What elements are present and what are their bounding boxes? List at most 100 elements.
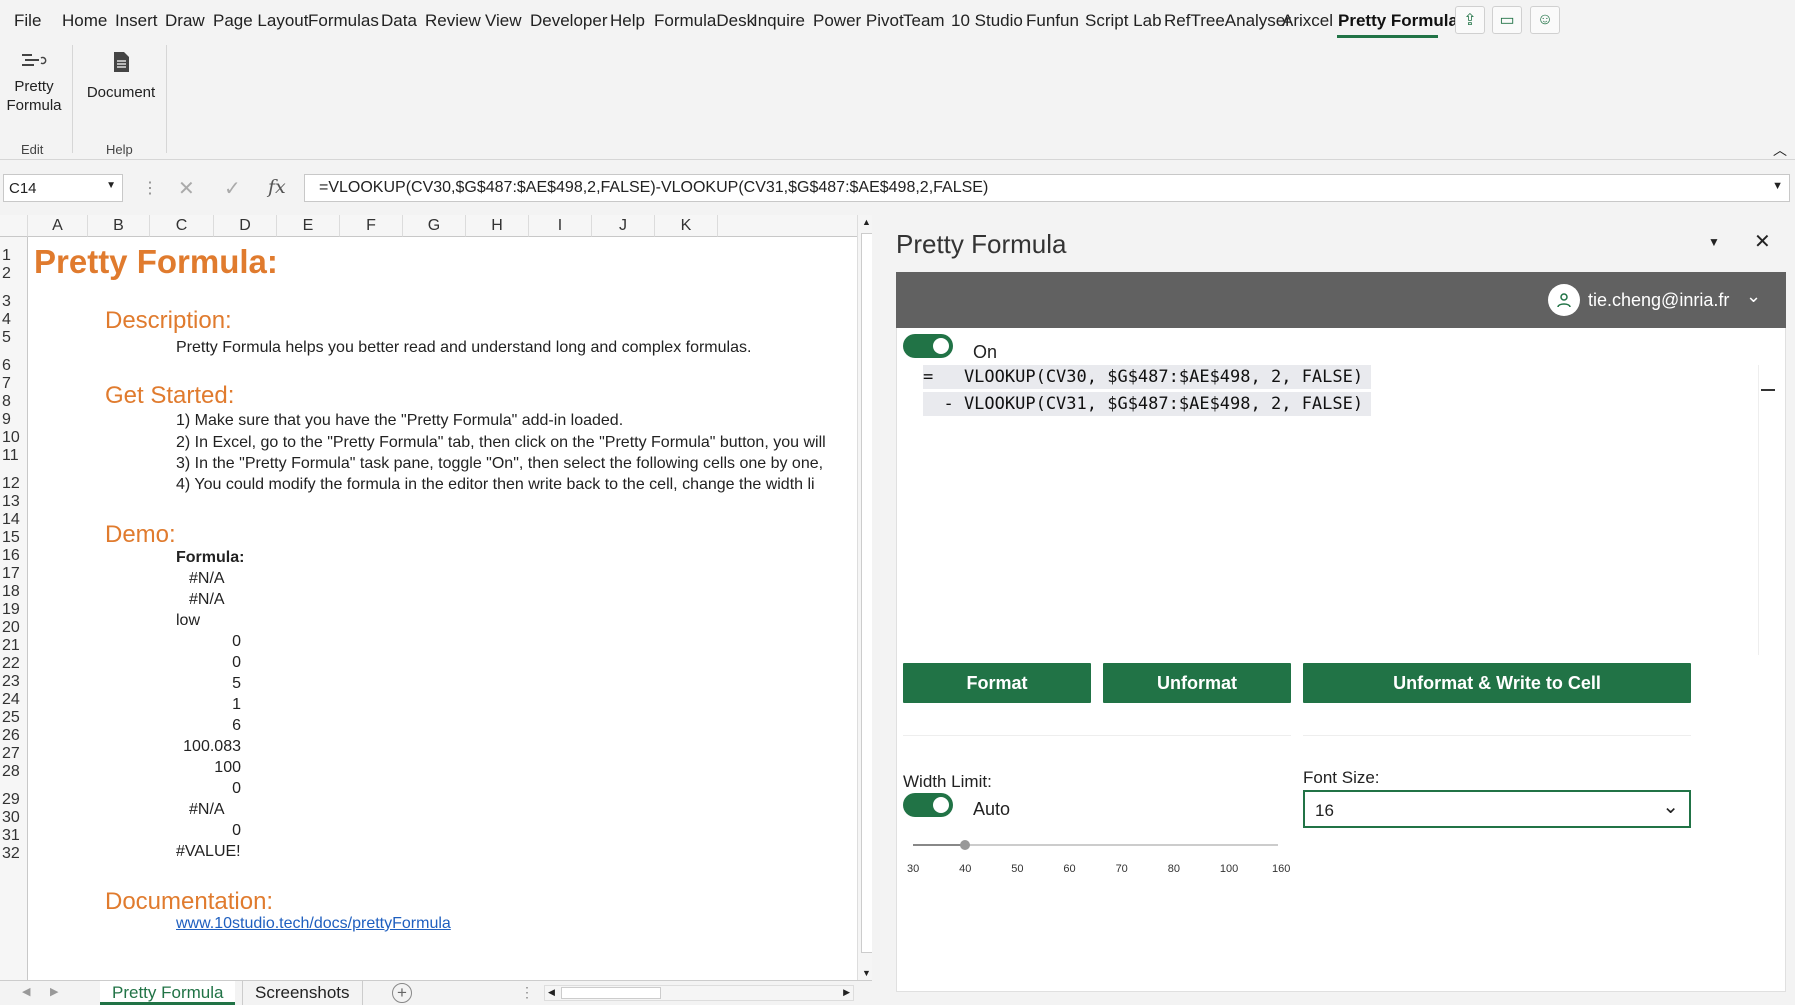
demo-value[interactable]: 0 <box>232 822 241 840</box>
row-header[interactable]: 3 <box>0 283 28 311</box>
select-all-corner[interactable] <box>0 215 28 237</box>
name-box[interactable]: C14 ▼ <box>3 174 123 202</box>
scroll-thumb-h[interactable] <box>561 987 661 999</box>
tab-power-pivot[interactable]: Power Pivot <box>813 11 904 31</box>
demo-value[interactable]: 5 <box>232 675 241 693</box>
demo-value[interactable]: #N/A <box>189 801 225 819</box>
tab-script-lab[interactable]: Script Lab <box>1085 11 1162 31</box>
demo-value[interactable]: 100 <box>214 759 241 777</box>
row-header[interactable]: 26 <box>0 727 28 745</box>
row-header[interactable]: 22 <box>0 655 28 673</box>
feedback-icon[interactable]: ☺ <box>1530 6 1560 34</box>
user-email[interactable]: tie.cheng@inria.fr <box>1588 290 1729 311</box>
column-header[interactable]: D <box>214 215 277 237</box>
sheet-tab-screenshots[interactable]: Screenshots <box>242 981 363 1005</box>
close-icon[interactable]: ✕ <box>1754 229 1771 254</box>
column-header[interactable]: E <box>277 215 340 237</box>
row-header[interactable]: 1 <box>0 237 28 265</box>
demo-value[interactable]: 100.083 <box>183 738 241 756</box>
tab-data[interactable]: Data <box>381 11 417 31</box>
row-header[interactable]: 7 <box>0 375 28 393</box>
comment-icon[interactable]: ▭ <box>1492 6 1522 34</box>
unformat-button[interactable]: Unformat <box>1103 663 1291 703</box>
tab-page-layout[interactable]: Page Layout <box>213 11 308 31</box>
tab-arixcel[interactable]: Arixcel <box>1282 11 1333 31</box>
row-header[interactable]: 16 <box>0 547 28 565</box>
row-header[interactable]: 30 <box>0 809 28 827</box>
more-icon[interactable]: ⋮ <box>520 984 534 1001</box>
tab-review[interactable]: Review <box>425 11 481 31</box>
row-header[interactable]: 12 <box>0 465 28 493</box>
column-header[interactable]: K <box>655 215 718 237</box>
row-header[interactable]: 32 <box>0 845 28 863</box>
demo-value[interactable]: #N/A <box>189 570 225 588</box>
row-header[interactable]: 13 <box>0 493 28 511</box>
row-header[interactable]: 17 <box>0 565 28 583</box>
editor-scrollbar[interactable] <box>1758 365 1776 655</box>
formula-editor-line-1[interactable]: = VLOOKUP(CV30, $G$487:$AE$498, 2, FALSE… <box>923 365 1372 389</box>
row-header[interactable]: 21 <box>0 637 28 655</box>
column-header[interactable]: G <box>403 215 466 237</box>
tab-formuladesk[interactable]: FormulaDesk <box>654 11 755 31</box>
row-header[interactable]: 23 <box>0 673 28 691</box>
row-header[interactable]: 29 <box>0 781 28 809</box>
formula-input[interactable]: =VLOOKUP(CV30,$G$487:$AE$498,2,FALSE)-VL… <box>304 174 1790 202</box>
column-header[interactable]: C <box>150 215 214 237</box>
tab-formulas[interactable]: Formulas <box>308 11 379 31</box>
demo-value[interactable]: 6 <box>232 717 241 735</box>
row-header[interactable]: 10 <box>0 429 28 447</box>
auto-toggle[interactable] <box>903 793 953 817</box>
worksheet-grid[interactable]: ABCDEFGHIJK 1 2 3 4 5 6 7 8 9 10 11 12 13 14 15 16 17 18 1… <box>0 215 872 980</box>
demo-value[interactable]: #VALUE! <box>176 843 241 861</box>
width-slider[interactable] <box>913 840 1278 850</box>
scroll-up-icon[interactable]: ▲ <box>858 217 872 227</box>
scroll-right-icon[interactable]: ▶ <box>843 987 850 998</box>
row-header[interactable]: 19 <box>0 601 28 619</box>
cancel-icon[interactable]: ✕ <box>178 176 195 201</box>
row-header[interactable]: 20 <box>0 619 28 637</box>
formula-editor-line-2[interactable]: - VLOOKUP(CV31, $G$487:$AE$498, 2, FALSE… <box>923 392 1372 416</box>
tab-inquire[interactable]: Inquire <box>753 11 805 31</box>
tab-help[interactable]: Help <box>610 11 645 31</box>
share-icon[interactable]: ⇪ <box>1455 6 1485 34</box>
tab-pretty-formula[interactable]: Pretty Formula <box>1338 11 1458 31</box>
tab-view[interactable]: View <box>485 11 522 31</box>
more-icon[interactable]: ⋮ <box>142 178 158 198</box>
tab-insert[interactable]: Insert <box>115 11 158 31</box>
scroll-down-icon[interactable]: ▼ <box>858 968 872 978</box>
on-toggle[interactable] <box>903 334 953 358</box>
row-header[interactable]: 31 <box>0 827 28 845</box>
row-header[interactable]: 28 <box>0 763 28 781</box>
add-sheet-icon[interactable]: + <box>392 983 412 1003</box>
row-header[interactable]: 4 <box>0 311 28 329</box>
tab-team[interactable]: Team <box>903 11 945 31</box>
row-header[interactable]: 6 <box>0 347 28 375</box>
row-header[interactable]: 18 <box>0 583 28 601</box>
enter-icon[interactable]: ✓ <box>224 176 241 201</box>
insert-function-icon[interactable]: fx <box>268 176 286 198</box>
row-header[interactable]: 5 <box>0 329 28 347</box>
tab-reftreeanalyser[interactable]: RefTreeAnalyser <box>1164 11 1291 31</box>
slider-thumb[interactable] <box>960 840 971 850</box>
demo-value[interactable]: low <box>176 612 200 630</box>
horizontal-scrollbar[interactable]: ◀ ▶ <box>544 985 854 1001</box>
chevron-down-icon[interactable]: ⌄ <box>1662 794 1679 819</box>
scroll-thumb[interactable] <box>861 233 872 953</box>
prev-sheet-icon[interactable]: ◀ <box>22 985 30 998</box>
demo-value[interactable]: 0 <box>232 633 241 651</box>
chevron-down-icon[interactable]: ▼ <box>106 180 116 191</box>
row-header[interactable]: 11 <box>0 447 28 465</box>
sheet-tab-pretty-formula[interactable]: Pretty Formula <box>100 981 236 1005</box>
format-button[interactable]: Format <box>903 663 1091 703</box>
row-header[interactable]: 24 <box>0 691 28 709</box>
collapse-ribbon-icon[interactable]: ︿ <box>1773 140 1787 160</box>
document-button[interactable]: Document <box>80 50 162 102</box>
row-header[interactable]: 25 <box>0 709 28 727</box>
column-header[interactable]: H <box>466 215 529 237</box>
column-header[interactable]: B <box>88 215 150 237</box>
tab-file[interactable]: File <box>14 11 41 31</box>
row-header[interactable]: 27 <box>0 745 28 763</box>
demo-value[interactable]: #N/A <box>189 591 225 609</box>
column-header[interactable]: F <box>340 215 403 237</box>
pretty-formula-button[interactable]: Pretty Formula <box>4 50 64 115</box>
